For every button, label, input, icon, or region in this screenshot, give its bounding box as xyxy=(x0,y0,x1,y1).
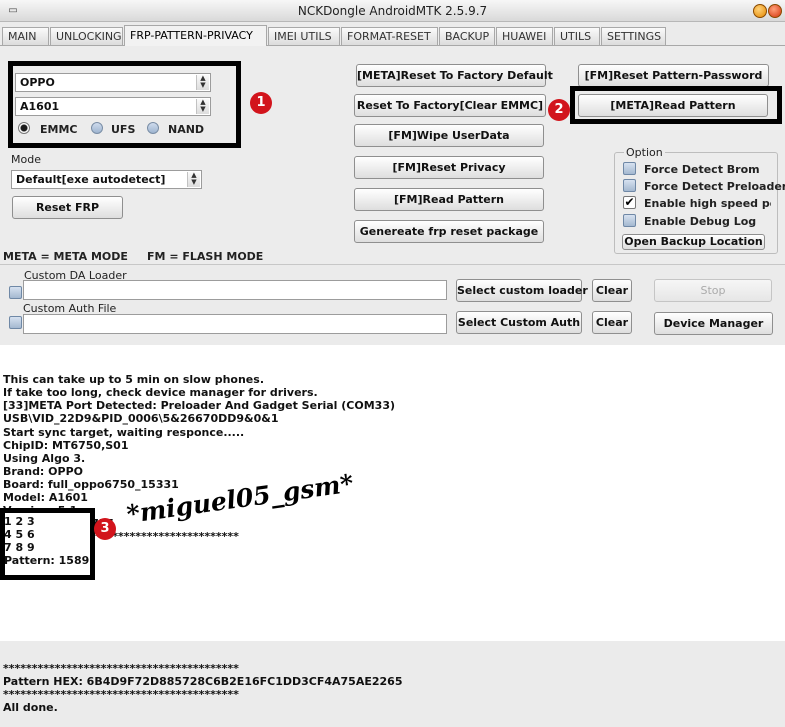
force-detect-preloader-checkbox[interactable] xyxy=(623,179,636,192)
mode-legend: META = META MODE FM = FLASH MODE xyxy=(3,250,264,263)
tab-unlocking[interactable]: UNLOCKING xyxy=(50,27,123,45)
log-output[interactable]: This can take up to 5 min on slow phones… xyxy=(0,345,785,714)
generate-frp-package-button[interactable]: Genereate frp reset package xyxy=(354,220,544,243)
mode-value: Default[exe autodetect] xyxy=(16,173,166,186)
marker-1: 1 xyxy=(250,92,272,114)
fm-reset-privacy-button[interactable]: [FM]Reset Privacy xyxy=(354,156,544,179)
stop-button[interactable]: Stop xyxy=(654,279,772,302)
tab-backup[interactable]: BACKUP xyxy=(439,27,495,45)
spin-arrows-icon[interactable]: ▲ ▼ xyxy=(187,172,200,187)
tab-imei-utils[interactable]: IMEI UTILS xyxy=(268,27,340,45)
debug-log-checkbox[interactable] xyxy=(623,214,636,227)
highlight-box-3 xyxy=(0,508,95,580)
tab-settings[interactable]: SETTINGS xyxy=(601,27,666,45)
log-text-bottom: ****************************************… xyxy=(3,661,403,715)
separator xyxy=(0,264,785,265)
force-detect-brom-checkbox[interactable] xyxy=(623,162,636,175)
fm-reset-pattern-password-button[interactable]: [FM]Reset Pattern-Password xyxy=(578,64,769,87)
reset-frp-button[interactable]: Reset FRP xyxy=(12,196,123,219)
high-speed-port-label: Enable high speed port xyxy=(644,197,771,210)
tab-main[interactable]: MAIN xyxy=(2,27,49,45)
log-spacer xyxy=(3,570,785,636)
tab-huawei[interactable]: HUAWEI xyxy=(496,27,553,45)
high-speed-port-checkbox[interactable]: ✔ xyxy=(623,196,636,209)
open-backup-location-button[interactable]: Open Backup Location xyxy=(622,234,765,250)
clear-loader-button[interactable]: Clear xyxy=(592,279,632,302)
log-text-top: This can take up to 5 min on slow phones… xyxy=(3,373,396,544)
marker-2: 2 xyxy=(548,99,570,121)
highlight-box-1 xyxy=(8,61,241,148)
option-group-title: Option xyxy=(624,146,665,159)
tab-utils[interactable]: UTILS xyxy=(554,27,600,45)
fm-wipe-userdata-button[interactable]: [FM]Wipe UserData xyxy=(354,124,544,147)
app-menu-icon[interactable]: ▭ xyxy=(6,5,20,17)
tab-format-reset[interactable]: FORMAT-RESET xyxy=(341,27,438,45)
reset-factory-emmc-button[interactable]: Reset To Factory[Clear EMMC] xyxy=(354,94,546,117)
marker-3: 3 xyxy=(94,518,116,540)
select-custom-auth-button[interactable]: Select Custom Auth xyxy=(456,311,582,334)
tab-frp-pattern-privacy[interactable]: FRP-PATTERN-PRIVACY xyxy=(124,25,267,46)
clear-auth-button[interactable]: Clear xyxy=(592,311,632,334)
force-detect-brom-label: Force Detect Brom xyxy=(644,163,760,176)
device-manager-button[interactable]: Device Manager xyxy=(654,312,773,335)
window-title: NCKDongle AndroidMTK 2.5.9.7 xyxy=(297,4,488,18)
fm-read-pattern-button[interactable]: [FM]Read Pattern xyxy=(354,188,544,211)
select-custom-loader-button[interactable]: Select custom loader xyxy=(456,279,588,302)
close-button[interactable] xyxy=(768,4,782,18)
highlight-box-2 xyxy=(570,86,782,124)
debug-log-label: Enable Debug Log xyxy=(644,215,757,228)
force-detect-preloader-label: Force Detect Preloader xyxy=(644,180,785,193)
mode-label: Mode xyxy=(11,153,41,166)
custom-da-checkbox[interactable] xyxy=(9,286,22,299)
custom-da-input[interactable] xyxy=(23,280,447,300)
meta-reset-factory-button[interactable]: [META]Reset To Factory Default xyxy=(356,64,553,87)
title-bar: ▭ NCKDongle AndroidMTK 2.5.9.7 xyxy=(0,0,785,22)
minimize-button[interactable] xyxy=(753,4,767,18)
custom-auth-checkbox[interactable] xyxy=(9,316,22,329)
custom-auth-input[interactable] xyxy=(23,314,447,334)
mode-select[interactable]: Default[exe autodetect] ▲ ▼ xyxy=(11,170,202,189)
